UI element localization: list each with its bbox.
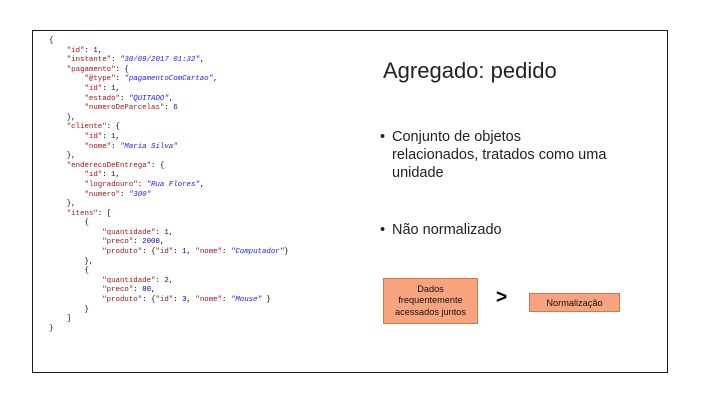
- bullet-item: • Não normalizado: [380, 221, 610, 239]
- json-endereco-numero-value: 300: [133, 190, 147, 199]
- json-id-value: 1: [93, 46, 98, 55]
- normalization-label: Normalização: [546, 297, 603, 308]
- frequent-access-box: Dados frequentemente acessados juntos: [383, 278, 478, 324]
- json-cliente-id-value: 1: [111, 132, 116, 141]
- slide-title: Agregado: pedido: [383, 58, 557, 83]
- json-endereco-id-value: 1: [111, 171, 116, 180]
- json-instante-value: 30/09/2017 01:32: [124, 56, 196, 65]
- json-item1-produto-id-value: 1: [182, 248, 187, 257]
- normalization-box: Normalização: [529, 293, 620, 312]
- json-endereco-logradouro-value: Rua Flores: [151, 180, 196, 189]
- json-item2-produto-id-value: 3: [182, 296, 187, 305]
- frequent-access-label: Dados frequentemente acessados juntos: [395, 283, 466, 317]
- json-item1-produto-nome-value: Computador: [235, 248, 280, 257]
- json-item2-produto-nome-value: Mouse: [235, 296, 258, 305]
- json-pagamento-id-value: 1: [111, 84, 116, 93]
- bullet-item: • Conjunto de objetos relacionados, trat…: [380, 128, 610, 182]
- bullet-text: Não normalizado: [392, 222, 502, 238]
- json-item1-preco-value: 2000: [142, 238, 160, 247]
- bullet-dot-icon: •: [380, 222, 386, 238]
- json-pagamento-type-value: pagamentoComCartao: [128, 75, 209, 84]
- greater-than-symbol: >: [496, 287, 508, 308]
- json-pagamento-estado-value: QUITADO: [133, 94, 165, 103]
- json-item2-quantidade-value: 2: [164, 276, 169, 285]
- json-cliente-nome-value: Maria Silva: [124, 142, 174, 151]
- json-item2-preco-value: 80: [142, 286, 152, 295]
- json-code-block: { "id": 1, "instante": "30/09/2017 01:32…: [49, 37, 289, 333]
- bullet-text: Conjunto de objetos relacionados, tratad…: [392, 129, 607, 181]
- json-pagamento-parcelas-value: 6: [173, 104, 178, 113]
- json-item1-quantidade-value: 1: [164, 228, 169, 237]
- bullet-dot-icon: •: [380, 129, 386, 145]
